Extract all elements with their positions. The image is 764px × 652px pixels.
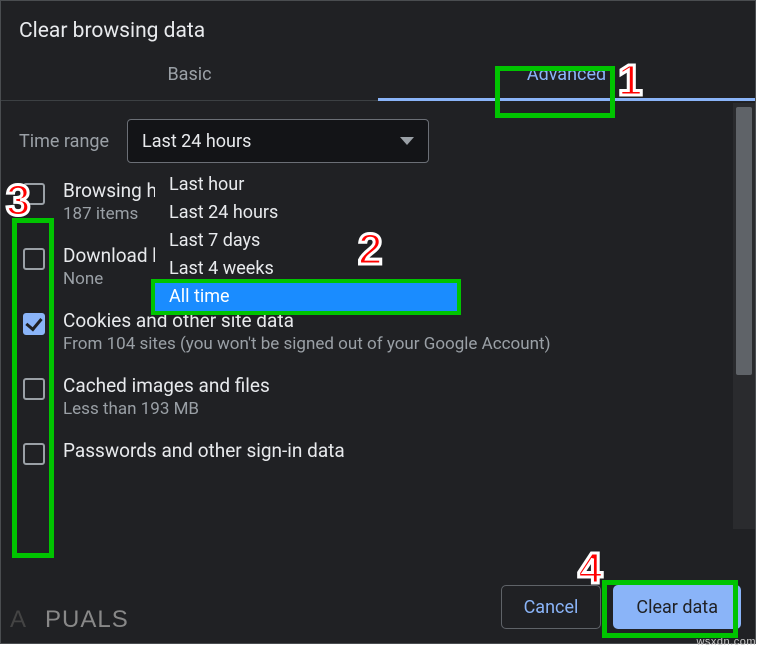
checkbox-browsing-history[interactable]: [23, 183, 45, 205]
item-text: Passwords and other sign-in data: [63, 439, 345, 465]
tab-basic[interactable]: Basic: [1, 53, 378, 100]
list-item[interactable]: Passwords and other sign-in data: [19, 429, 725, 475]
chevron-down-icon: [400, 137, 414, 145]
checkbox-passwords[interactable]: [23, 443, 45, 465]
time-range-row: Time range Last 24 hours Last hour Last …: [19, 119, 725, 163]
checkbox-cookies[interactable]: [23, 313, 45, 335]
clear-data-button-label: Clear data: [636, 597, 718, 618]
tab-advanced[interactable]: Advanced: [378, 53, 755, 100]
item-text: Cached images and files Less than 193 MB: [63, 374, 270, 419]
tab-advanced-label: Advanced: [527, 64, 606, 85]
dialog-footer: Cancel Clear data: [501, 585, 741, 629]
tab-bar: Basic Advanced: [1, 53, 755, 101]
list-item[interactable]: Cached images and files Less than 193 MB: [19, 364, 725, 429]
item-text: Cookies and other site data From 104 sit…: [63, 309, 551, 354]
logo-part-b: PUALS: [45, 606, 129, 633]
scrollbar-thumb[interactable]: [736, 107, 752, 375]
watermark-text: wsxdn.com: [696, 636, 756, 648]
time-range-label: Time range: [19, 131, 109, 152]
brand-logo: A PUALS: [10, 606, 129, 634]
scroll-area: Time range Last 24 hours Last hour Last …: [1, 101, 733, 531]
item-title: Passwords and other sign-in data: [63, 439, 345, 462]
dialog-title: Clear browsing data: [1, 1, 755, 53]
item-title: Cached images and files: [63, 374, 270, 397]
tab-basic-label: Basic: [167, 64, 211, 85]
clear-browsing-data-dialog: Clear browsing data Basic Advanced Time …: [0, 0, 756, 644]
clear-data-button[interactable]: Clear data: [613, 585, 741, 629]
option-last-7-days[interactable]: Last 7 days: [155, 227, 457, 255]
time-range-select[interactable]: Last 24 hours: [127, 119, 429, 163]
option-all-time[interactable]: All time: [151, 279, 461, 315]
checkbox-download-history[interactable]: [23, 248, 45, 270]
scrollbar-track[interactable]: [733, 103, 755, 529]
option-last-hour[interactable]: Last hour: [155, 171, 457, 199]
time-range-value: Last 24 hours: [142, 131, 251, 152]
item-subtitle: From 104 sites (you won't be signed out …: [63, 334, 551, 354]
cancel-button-label: Cancel: [524, 597, 579, 618]
item-subtitle: Less than 193 MB: [63, 399, 270, 419]
logo-part-a: A: [10, 606, 27, 633]
cancel-button[interactable]: Cancel: [501, 585, 602, 629]
time-range-dropdown: Last hour Last 24 hours Last 7 days Last…: [155, 171, 457, 311]
checkbox-cached-images[interactable]: [23, 378, 45, 400]
option-last-24-hours[interactable]: Last 24 hours: [155, 199, 457, 227]
dialog-body: Time range Last 24 hours Last hour Last …: [1, 101, 755, 531]
